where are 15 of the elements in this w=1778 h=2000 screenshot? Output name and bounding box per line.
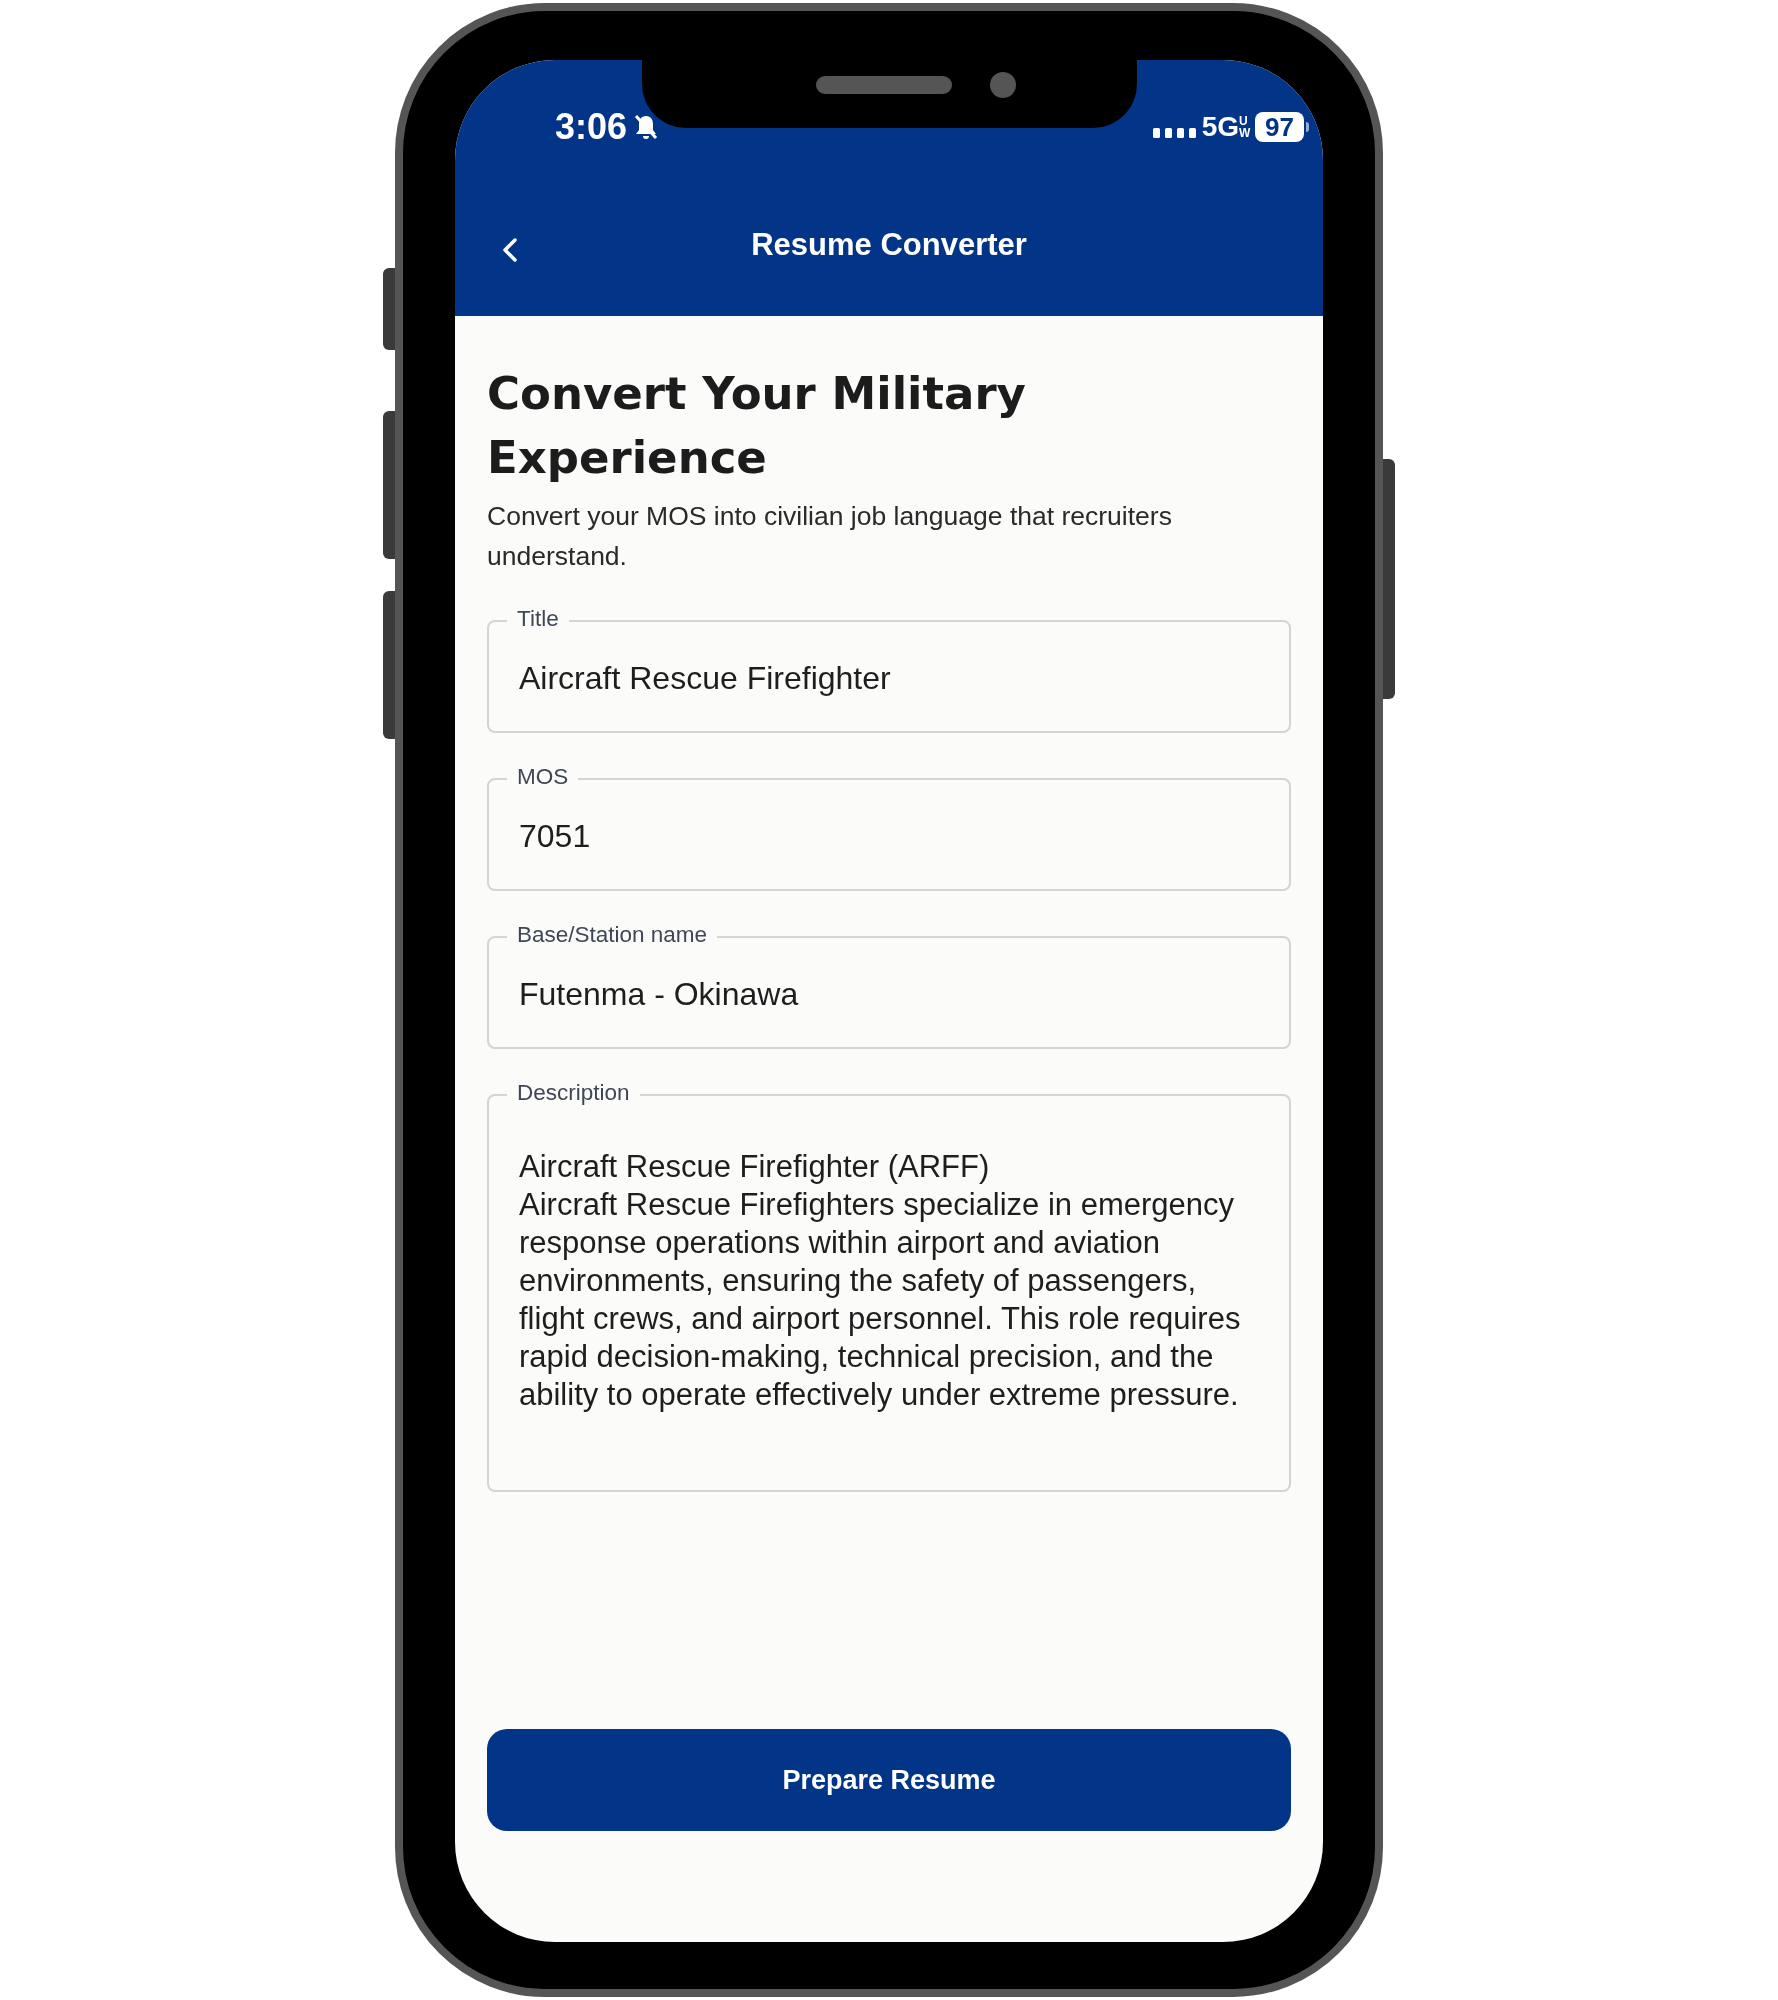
- page-heading: Convert Your Military Experience: [487, 366, 1027, 486]
- battery-level: 97: [1255, 112, 1304, 142]
- bell-slash-icon: [633, 113, 660, 141]
- field-value: Futenma - Okinawa: [519, 975, 799, 1014]
- screen-title: Resume Converter: [751, 225, 1027, 264]
- field-value: Aircraft Rescue Firefighter: [519, 659, 891, 698]
- network-label: 5G: [1201, 110, 1240, 144]
- prepare-resume-button[interactable]: Prepare Resume: [487, 1729, 1291, 1831]
- status-time: 3:06: [555, 105, 628, 149]
- network-suffix: UW: [1239, 115, 1250, 139]
- signal-icon: [1152, 128, 1196, 138]
- back-icon[interactable]: [501, 237, 519, 263]
- field-value: Aircraft Rescue Firefighter (ARFF) Aircraft Rescue Firefighters specialize in emergency response operations within airport and aviation environments, ensuring the safety of passengers, flight crews, and airport personnel. This role requires rapid decision-making, technical precision, and the ability to operate effectively under extreme pressure.: [519, 1148, 1242, 1414]
- page-subtitle: Convert your MOS into civilian job language that recruiters understand.: [487, 500, 1173, 573]
- field-value: 7051: [519, 817, 591, 856]
